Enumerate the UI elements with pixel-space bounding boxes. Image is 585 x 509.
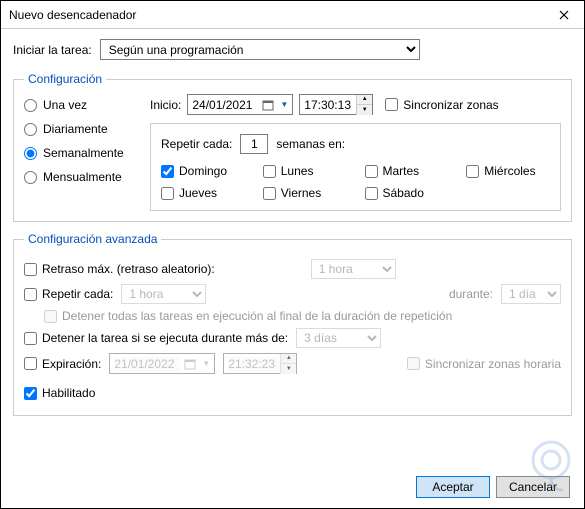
stop-if-checkbox[interactable] [24,332,37,345]
delay-label: Retraso máx. (retraso aleatorio): [42,262,215,276]
chevron-down-icon[interactable]: ▼ [200,359,212,368]
time-spinner[interactable]: ▲▼ [356,95,372,115]
frequency-radios: Una vez Diariamente Semanalmente Mensual… [24,94,134,211]
spin-down-icon[interactable]: ▼ [281,364,296,374]
day-wed-checkbox[interactable] [466,165,479,178]
start-time-picker[interactable]: ▲▼ [299,94,373,115]
day-sun-label: Domingo [179,164,237,178]
day-sat-checkbox[interactable] [365,187,378,200]
begin-task-select[interactable]: Según una programación [100,39,420,60]
radio-daily-label: Diariamente [43,122,108,136]
repeat-label: Repetir cada: [42,287,113,301]
day-tue-checkbox[interactable] [365,165,378,178]
begin-task-label: Iniciar la tarea: [13,43,92,57]
day-thu-label: Jueves [179,186,237,200]
close-icon [559,10,569,20]
radio-daily[interactable] [24,123,37,136]
stop-end-checkbox[interactable] [44,310,57,323]
ok-button[interactable]: Aceptar [416,476,490,498]
radio-once-label: Una vez [43,98,87,112]
radio-monthly[interactable] [24,171,37,184]
repeat-duration-select[interactable]: 1 día [501,284,561,304]
close-button[interactable] [544,1,584,29]
begin-task-row: Iniciar la tarea: Según una programación [13,39,572,60]
day-wed-label: Miércoles [484,164,542,178]
day-tue-label: Martes [383,164,441,178]
start-time-field[interactable] [304,98,356,112]
advanced-legend: Configuración avanzada [24,232,161,246]
titlebar: Nuevo desencadenador [1,1,584,29]
recur-weeks-input[interactable] [240,134,268,154]
radio-weekly-label: Semanalmente [43,146,124,160]
radio-once[interactable] [24,99,37,112]
expire-date-picker[interactable]: ▼ [109,353,215,374]
delay-checkbox[interactable] [24,263,37,276]
window-title: Nuevo desencadenador [9,8,136,22]
time-spinner[interactable]: ▲▼ [280,354,296,374]
day-fri-checkbox[interactable] [263,187,276,200]
stop-end-label: Detener todas las tareas en ejecución al… [62,309,452,323]
recur-after-label: semanas en: [276,137,345,151]
calendar-icon [262,99,274,111]
days-grid: Domingo Lunes Martes Miércoles Jueves Vi… [161,164,550,200]
start-label: Inicio: [150,98,181,112]
repeat-duration-label: durante: [449,287,493,301]
start-date-picker[interactable]: ▼ [187,94,293,115]
radio-monthly-label: Mensualmente [43,170,122,184]
recur-before-label: Repetir cada: [161,137,232,151]
weekly-panel: Repetir cada: semanas en: Domingo Lunes … [150,123,561,211]
expire-time-field[interactable] [228,357,280,371]
sync-zones-checkbox[interactable] [385,98,398,111]
day-thu-checkbox[interactable] [161,187,174,200]
delay-select[interactable]: 1 hora [311,259,396,279]
start-date-field[interactable] [192,98,258,112]
expire-date-field[interactable] [114,357,180,371]
spin-up-icon[interactable]: ▲ [357,95,372,105]
watermark-icon [526,438,576,494]
spin-up-icon[interactable]: ▲ [281,354,296,364]
day-sat-label: Sábado [383,186,441,200]
expire-time-picker[interactable]: ▲▼ [223,353,297,374]
stop-if-select[interactable]: 3 días [296,328,381,348]
day-mon-label: Lunes [281,164,339,178]
start-row: Inicio: ▼ ▲▼ Sincronizar zonas [150,94,561,115]
expire-sync-label: Sincronizar zonas horaria [425,357,561,371]
stop-if-label: Detener la tarea si se ejecuta durante m… [42,331,288,345]
enabled-checkbox[interactable] [24,387,37,400]
spin-down-icon[interactable]: ▼ [357,105,372,115]
expire-sync-checkbox[interactable] [407,357,420,370]
radio-weekly[interactable] [24,147,37,160]
calendar-icon [184,358,196,370]
expire-label: Expiración: [42,357,101,371]
expire-checkbox[interactable] [24,357,37,370]
enabled-label: Habilitado [42,386,95,400]
chevron-down-icon[interactable]: ▼ [278,100,290,109]
advanced-group: Configuración avanzada Retraso máx. (ret… [13,232,572,416]
settings-legend: Configuración [24,72,106,86]
day-fri-label: Viernes [281,186,339,200]
dialog-content: Iniciar la tarea: Según una programación… [1,29,584,436]
repeat-interval-select[interactable]: 1 hora [121,284,206,304]
day-sun-checkbox[interactable] [161,165,174,178]
sync-zones-label: Sincronizar zonas [403,98,498,112]
day-mon-checkbox[interactable] [263,165,276,178]
repeat-checkbox[interactable] [24,288,37,301]
dialog-window: Nuevo desencadenador Iniciar la tarea: S… [0,0,585,509]
settings-group: Configuración Una vez Diariamente Semana… [13,72,572,222]
